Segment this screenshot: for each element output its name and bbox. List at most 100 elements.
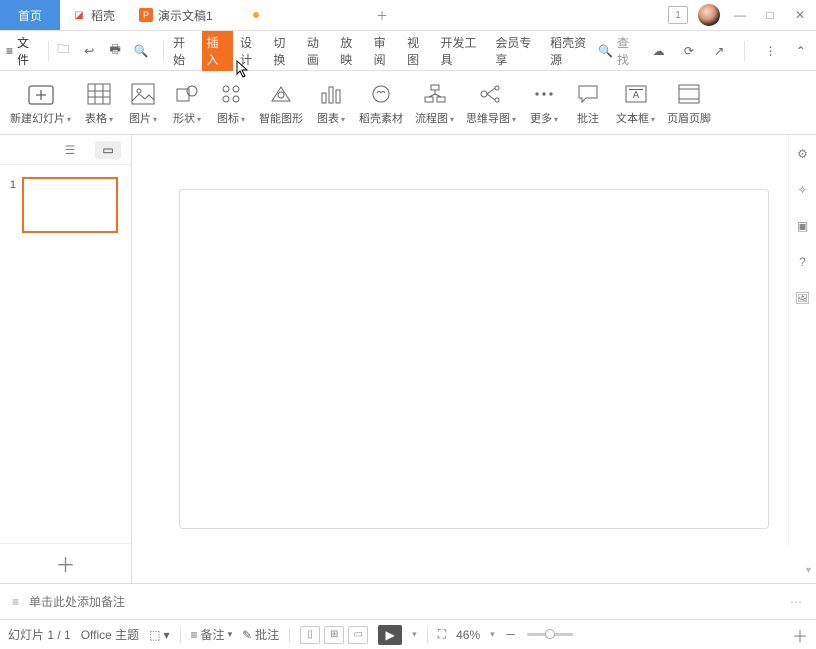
plus-icon: ＋ xyxy=(56,549,76,578)
rib-picture[interactable]: 图片▾ xyxy=(121,78,165,128)
menutab-start[interactable]: 开始 xyxy=(168,31,199,71)
separator xyxy=(427,627,428,643)
avatar[interactable] xyxy=(698,4,720,26)
menutab-member[interactable]: 会员专享 xyxy=(490,31,543,71)
mindmap-icon xyxy=(477,80,505,108)
view-reading[interactable]: ▭ xyxy=(348,626,368,644)
search-button[interactable]: 🔍 查找 xyxy=(598,34,637,68)
slide-counter: 幻灯片 1 / 1 xyxy=(8,626,71,643)
dock-icon: ◪ xyxy=(72,8,86,22)
menutab-design[interactable]: 设计 xyxy=(235,31,266,71)
status-3d-button[interactable]: ⬚▾ xyxy=(149,628,169,642)
fit-button[interactable]: ⛶ xyxy=(438,627,446,642)
window-count[interactable]: 1 xyxy=(668,6,688,24)
rib-shapes[interactable]: 形状▾ xyxy=(165,78,209,128)
close-icon: ✕ xyxy=(795,8,805,22)
rib-table[interactable]: 表格▾ xyxy=(77,78,121,128)
share-icon[interactable]: ↗ xyxy=(710,41,728,61)
outline-icon: ☰ xyxy=(65,143,76,157)
preview-icon[interactable]: 🔍 xyxy=(131,41,151,61)
menutab-devtools[interactable]: 开发工具 xyxy=(436,31,489,71)
side-star-icon[interactable]: ✧ xyxy=(794,181,812,199)
workarea: ☰ ▭ 1 ＋ ▲ ▼ xyxy=(0,135,816,583)
slide-thumb-1[interactable]: 1 xyxy=(6,177,125,233)
minimize-icon: — xyxy=(734,8,746,22)
maximize-icon: □ xyxy=(766,8,773,22)
scroll-down-icon[interactable]: ▼ xyxy=(804,565,813,575)
menutab-resources[interactable]: 稻壳资源 xyxy=(545,31,598,71)
notes-more-icon[interactable]: ⋯ xyxy=(790,595,804,609)
tab-dock[interactable]: ◪ 稻壳 xyxy=(60,0,127,30)
menutab-slideshow[interactable]: 放映 xyxy=(335,31,366,71)
zoom-slider[interactable] xyxy=(527,633,573,636)
rib-dock-assets[interactable]: 稻壳素材 xyxy=(353,78,409,128)
file-menu-label: 文件 xyxy=(17,34,38,68)
menutab-view[interactable]: 视图 xyxy=(402,31,433,71)
rib-chart[interactable]: 图表▾ xyxy=(309,78,353,128)
side-image-icon[interactable]: 🖼 xyxy=(794,289,812,307)
tab-add[interactable]: ＋ xyxy=(367,0,397,30)
save-icon[interactable]: 🗀 xyxy=(53,41,73,61)
titlebar-right: 1 — □ ✕ xyxy=(668,0,816,30)
quick-access: 🗀 ↩ 🖶 🔍 xyxy=(53,41,151,61)
thumbnail-icon: ▭ xyxy=(102,143,113,157)
maximize-button[interactable]: □ xyxy=(760,5,780,25)
rib-smartart[interactable]: 智能图形 xyxy=(253,78,309,128)
tab-document[interactable]: P 演示文稿1 xyxy=(127,0,367,30)
slideshow-button[interactable]: ▶ xyxy=(378,625,402,645)
edit-area: ▲ ▼ xyxy=(132,135,816,583)
collapse-ribbon-icon[interactable]: ⌃ xyxy=(792,41,810,61)
close-button[interactable]: ✕ xyxy=(790,5,810,25)
thumbnail-tab[interactable]: ▭ xyxy=(95,141,121,159)
undo-icon[interactable]: ↩ xyxy=(79,41,99,61)
more-menu-icon[interactable]: ⋮ xyxy=(761,41,779,61)
tab-home[interactable]: 首页 xyxy=(0,0,60,30)
rib-comment[interactable]: 批注 xyxy=(566,78,610,128)
flowchart-icon xyxy=(421,80,449,108)
slide-canvas[interactable] xyxy=(179,189,769,529)
menutab-transition[interactable]: 切换 xyxy=(268,31,299,71)
panel-tabs: ☰ ▭ xyxy=(0,135,131,165)
side-settings-icon[interactable]: ⚙ xyxy=(794,145,812,163)
separator xyxy=(744,41,745,61)
menutab-review[interactable]: 审阅 xyxy=(369,31,400,71)
zoom-knob[interactable] xyxy=(545,629,555,639)
sync-icon[interactable]: ⟳ xyxy=(680,41,698,61)
status-notes-button[interactable]: ≡备注▾ xyxy=(191,626,233,643)
file-menu[interactable]: ≡ 文件 xyxy=(6,34,38,68)
svg-text:A: A xyxy=(632,90,639,101)
add-slide-button[interactable]: ＋ xyxy=(0,543,131,583)
menutab-animation[interactable]: 动画 xyxy=(302,31,333,71)
cloud-icon[interactable]: ☁ xyxy=(649,41,667,61)
menutab-insert[interactable]: 插入 xyxy=(202,31,233,71)
textbox-icon: A xyxy=(622,80,650,108)
view-normal[interactable]: ▯ xyxy=(300,626,320,644)
new-slide-icon xyxy=(27,80,55,108)
rib-icons[interactable]: 图标▾ xyxy=(209,78,253,128)
side-help-icon[interactable]: ? xyxy=(794,253,812,271)
zoom-value[interactable]: 46% xyxy=(456,628,480,642)
zoom-in[interactable]: ＋ xyxy=(792,623,808,647)
shapes-icon xyxy=(173,80,201,108)
rib-header-footer[interactable]: 页眉页脚 xyxy=(661,78,717,128)
rib-textbox[interactable]: A 文本框▾ xyxy=(610,78,661,128)
plus-icon: ＋ xyxy=(376,7,388,24)
slide-number: 1 xyxy=(6,177,16,233)
view-sorter[interactable]: ⊞ xyxy=(324,626,344,644)
print-icon[interactable]: 🖶 xyxy=(105,41,125,61)
minimize-button[interactable]: — xyxy=(730,5,750,25)
rib-flowchart[interactable]: 流程图▾ xyxy=(409,78,460,128)
outline-tab[interactable]: ☰ xyxy=(57,141,83,159)
tab-dock-label: 稻壳 xyxy=(91,7,115,24)
tab-document-label: 演示文稿1 xyxy=(158,7,213,24)
zoom-out[interactable]: － xyxy=(505,626,517,643)
side-template-icon[interactable]: ▣ xyxy=(794,217,812,235)
rib-new-slide[interactable]: 新建幻灯片▾ xyxy=(4,78,77,128)
rib-mindmap[interactable]: 思维导图▾ xyxy=(460,78,522,128)
separator xyxy=(163,41,164,61)
status-comments-button[interactable]: ✎批注 xyxy=(242,626,279,643)
notes-icon: ≡ xyxy=(12,595,19,609)
notes-input[interactable] xyxy=(29,595,780,609)
picture-icon xyxy=(129,80,157,108)
rib-more[interactable]: 更多▾ xyxy=(522,78,566,128)
